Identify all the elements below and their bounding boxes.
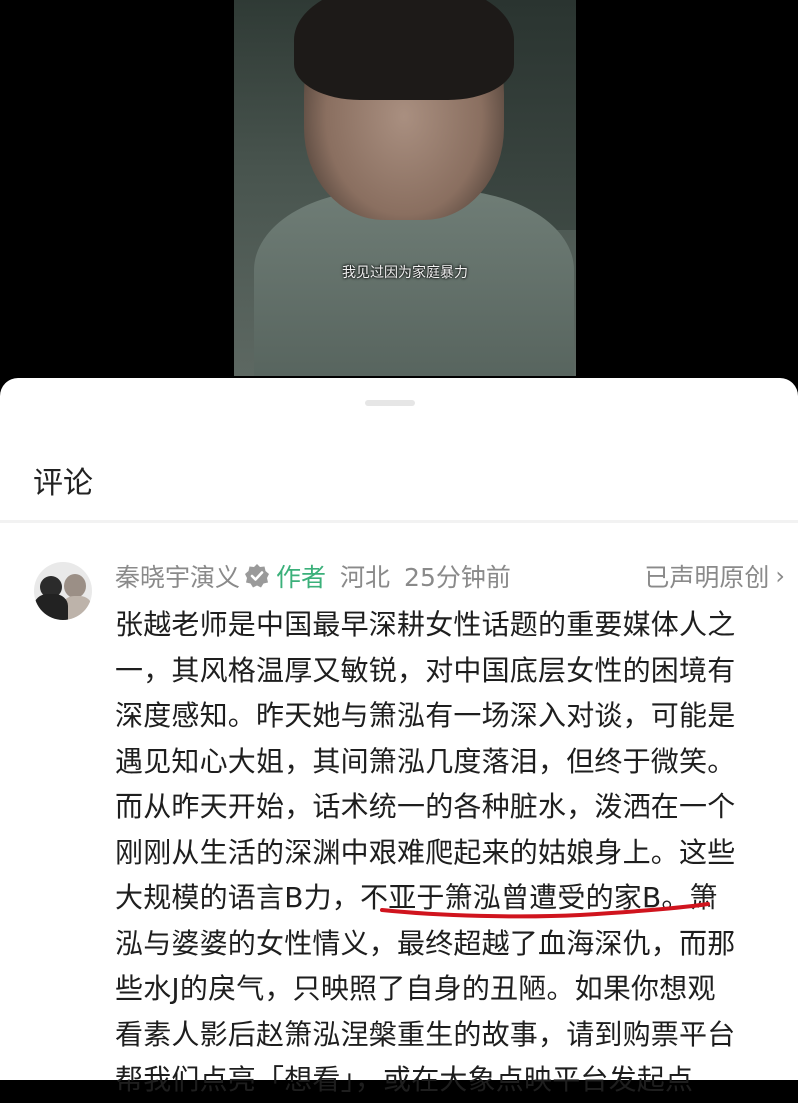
comment-line: 而从昨天开始，话术统一的各种脏水，泼洒在一个 xyxy=(115,790,736,823)
video-area[interactable]: 我见过因为家庭暴力 xyxy=(0,0,798,390)
original-declared-link[interactable]: 已声明原创 xyxy=(644,558,769,594)
comment-line: 刚刚从生活的深渊中艰难爬起来的姑娘身上。这些 xyxy=(115,835,736,869)
comment-meta: 秦晓宇演义 作者 河北 25分钟前 已声明原创 › xyxy=(115,556,785,596)
avatar-person-1-body xyxy=(34,594,68,620)
video-figure-hair xyxy=(294,0,514,100)
sheet-drag-handle[interactable] xyxy=(365,400,415,406)
comment-line: 大规模的语言B力，不亚于箫泓曾遭受的家B。箫 xyxy=(115,881,718,914)
avatar[interactable] xyxy=(34,562,92,620)
comment-line: 看素人影后赵箫泓涅槃重生的故事，请到购票平台 xyxy=(115,1017,736,1051)
sheet-title: 评论 xyxy=(33,466,93,501)
author-name[interactable]: 秦晓宇演义 xyxy=(115,558,240,594)
comment-line: 深度感知。昨天她与箫泓有一场深入对谈，可能是 xyxy=(115,699,736,732)
verified-badge-icon xyxy=(245,564,270,588)
video-subtitle: 我见过因为家庭暴力 xyxy=(342,265,468,281)
comment-line: 些水J的戾气，只映照了自身的丑陋。如果你想观 xyxy=(115,972,716,1005)
chevron-right-icon[interactable]: › xyxy=(775,562,785,590)
author-tag: 作者 xyxy=(276,563,327,592)
comment-line: 泓与婆婆的女性情义，最终超越了血海深仇，而那 xyxy=(115,926,736,960)
comment-time: 25分钟前 xyxy=(404,563,511,592)
video-frame[interactable]: 我见过因为家庭暴力 xyxy=(234,0,576,376)
comment-line: 一，其风格温厚又敏锐，对中国底层女性的困境有 xyxy=(115,653,736,687)
comment-line: 张越老师是中国最早深耕女性话题的重要媒体人之 xyxy=(115,608,736,641)
comment-location: 河北 xyxy=(340,563,391,592)
divider xyxy=(0,520,798,523)
comment-line: 遇见知心大姐，其间箫泓几度落泪，但终于微笑。 xyxy=(115,744,736,778)
avatar-person-2-head xyxy=(64,574,86,598)
comment-body: 张越老师是中国最早深耕女性话题的重要媒体人之 一，其风格温厚又敏锐，对中国底层女… xyxy=(115,602,780,1103)
